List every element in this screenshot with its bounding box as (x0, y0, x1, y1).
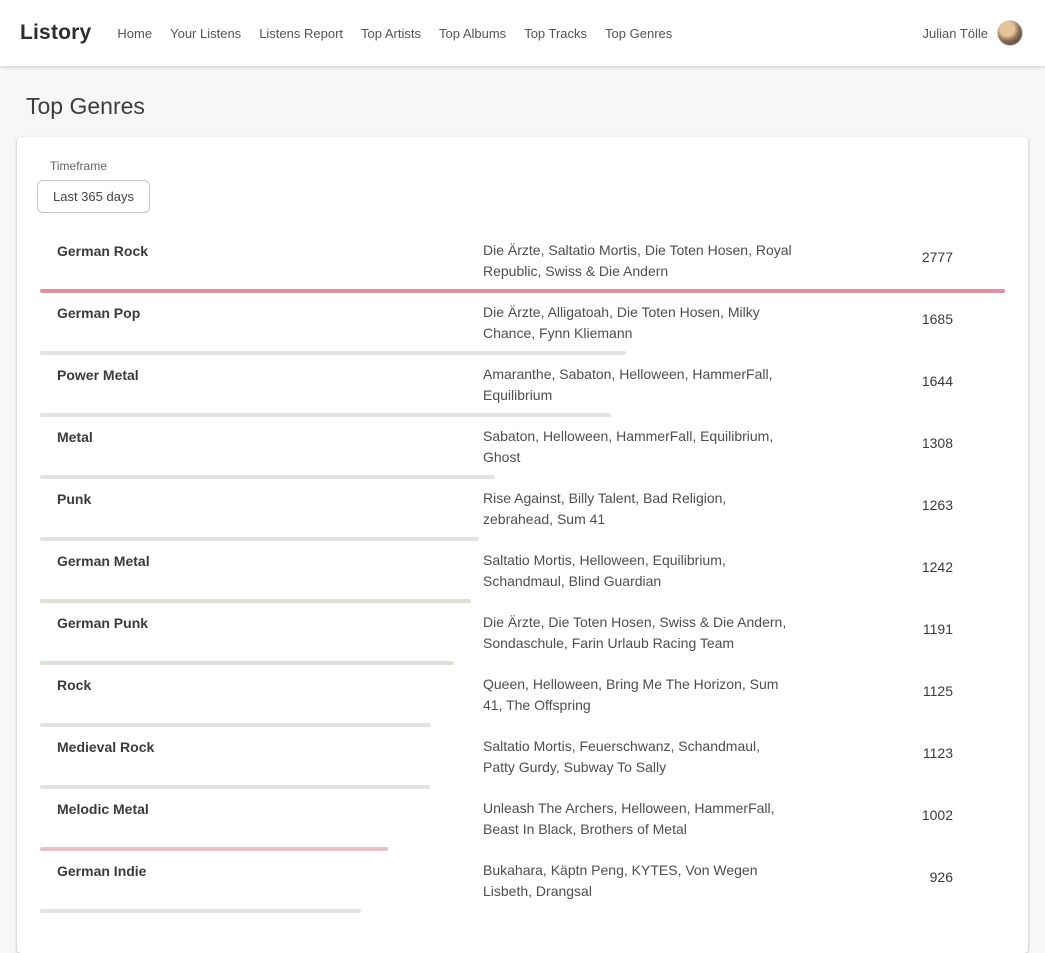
table-row: Medieval Rock Saltatio Mortis, Feuerschw… (40, 727, 1005, 789)
user-avatar[interactable] (997, 20, 1023, 46)
table-row: German Metal Saltatio Mortis, Helloween,… (40, 541, 1005, 603)
genre-artists: Die Ärzte, Die Toten Hosen, Swiss & Die … (483, 612, 795, 654)
table-row: German Indie Bukahara, Käptn Peng, KYTES… (40, 851, 1005, 913)
genre-artists: Saltatio Mortis, Helloween, Equilibrium,… (483, 550, 795, 592)
top-navigation: Listory Home Your Listens Listens Report To… (0, 0, 1045, 66)
genre-name: Metal (57, 426, 483, 445)
genre-bar (40, 909, 361, 913)
genre-artists: Amaranthe, Sabaton, Helloween, HammerFal… (483, 364, 795, 406)
genre-artists: Bukahara, Käptn Peng, KYTES, Von Wegen L… (483, 860, 795, 902)
table-row: German Pop Die Ärzte, Alligatoah, Die To… (40, 293, 1005, 355)
genre-name: Medieval Rock (57, 736, 483, 755)
genre-count: 926 (795, 860, 1005, 885)
table-row: German Rock Die Ärzte, Saltatio Mortis, … (40, 231, 1005, 293)
nav-item-your-listens[interactable]: Your Listens (170, 26, 241, 41)
genre-artists: Die Ärzte, Saltatio Mortis, Die Toten Ho… (483, 240, 795, 282)
genre-artists: Unleash The Archers, Helloween, HammerFa… (483, 798, 795, 840)
genre-artists: Sabaton, Helloween, HammerFall, Equilibr… (483, 426, 795, 468)
nav-item-home[interactable]: Home (117, 26, 152, 41)
genre-name: German Pop (57, 302, 483, 321)
genre-count: 1125 (795, 674, 1005, 699)
timeframe-label: Timeframe (50, 159, 1005, 173)
table-row: Rock Queen, Helloween, Bring Me The Hori… (40, 665, 1005, 727)
table-row: Metal Sabaton, Helloween, HammerFall, Eq… (40, 417, 1005, 479)
table-row: Power Metal Amaranthe, Sabaton, Hellowee… (40, 355, 1005, 417)
genre-count: 1263 (795, 488, 1005, 513)
genre-count: 1685 (795, 302, 1005, 327)
genre-artists: Die Ärzte, Alligatoah, Die Toten Hosen, … (483, 302, 795, 344)
table-row: Punk Rise Against, Billy Talent, Bad Rel… (40, 479, 1005, 541)
genre-count: 1123 (795, 736, 1005, 761)
nav-item-top-genres[interactable]: Top Genres (605, 26, 672, 41)
genre-bar-track (40, 909, 1005, 913)
nav-item-listens-report[interactable]: Listens Report (259, 26, 343, 41)
genre-count: 1242 (795, 550, 1005, 575)
table-row: Melodic Metal Unleash The Archers, Hello… (40, 789, 1005, 851)
brand-logo[interactable]: Listory (20, 21, 91, 45)
genre-name: Melodic Metal (57, 798, 483, 817)
genre-table: German Rock Die Ärzte, Saltatio Mortis, … (40, 231, 1005, 913)
genre-name: Punk (57, 488, 483, 507)
genre-name: German Rock (57, 240, 483, 259)
table-row: German Punk Die Ärzte, Die Toten Hosen, … (40, 603, 1005, 665)
genre-name: German Metal (57, 550, 483, 569)
nav-links: Home Your Listens Listens Report Top Artist… (117, 26, 922, 41)
nav-item-top-albums[interactable]: Top Albums (439, 26, 506, 41)
genre-artists: Queen, Helloween, Bring Me The Horizon, … (483, 674, 795, 716)
genre-name: German Indie (57, 860, 483, 879)
genre-count: 1308 (795, 426, 1005, 451)
top-genres-card: Timeframe Last 365 days German Rock Die … (17, 137, 1028, 953)
genre-artists: Rise Against, Billy Talent, Bad Religion… (483, 488, 795, 530)
genre-count: 1644 (795, 364, 1005, 389)
genre-name: Power Metal (57, 364, 483, 383)
nav-item-top-artists[interactable]: Top Artists (361, 26, 421, 41)
main-content: Top Genres Timeframe Last 365 days Germa… (0, 93, 1045, 953)
genre-name: Rock (57, 674, 483, 693)
genre-count: 1002 (795, 798, 1005, 823)
genre-name: German Punk (57, 612, 483, 631)
genre-count: 2777 (795, 240, 1005, 265)
page-title: Top Genres (26, 93, 1045, 120)
user-name: Julian Tölle (922, 26, 988, 41)
genre-count: 1191 (795, 612, 1005, 637)
user-menu[interactable]: Julian Tölle (922, 20, 1023, 46)
genre-artists: Saltatio Mortis, Feuerschwanz, Schandmau… (483, 736, 795, 778)
timeframe-select[interactable]: Last 365 days (37, 180, 150, 213)
nav-item-top-tracks[interactable]: Top Tracks (524, 26, 587, 41)
